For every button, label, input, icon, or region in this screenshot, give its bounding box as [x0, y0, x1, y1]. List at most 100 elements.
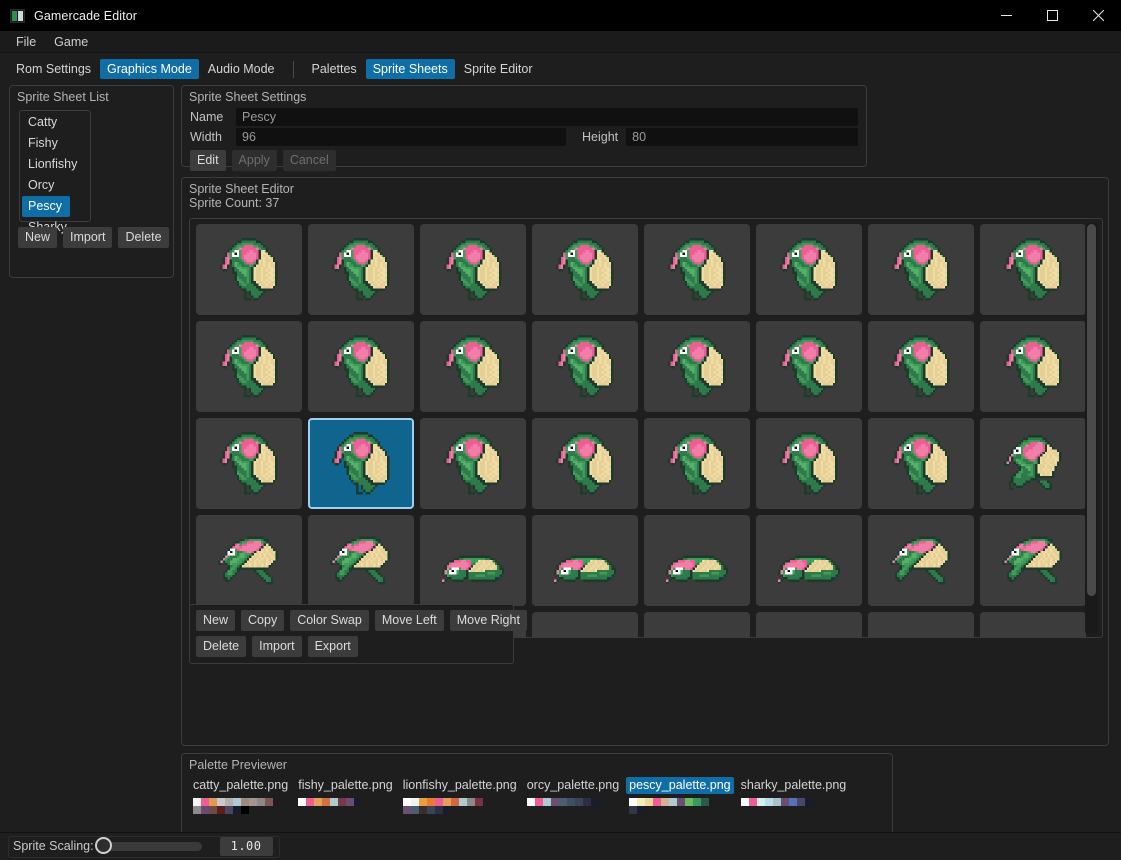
palette-swatch[interactable] — [590, 798, 599, 806]
sprite-cell[interactable] — [980, 418, 1086, 509]
palette-swatch[interactable] — [265, 798, 273, 806]
palette-swatch[interactable] — [677, 798, 686, 806]
palette-swatch[interactable] — [193, 798, 201, 806]
sprite-cell[interactable] — [420, 224, 526, 315]
sprite-cell[interactable] — [196, 224, 302, 315]
palette-swatch[interactable] — [426, 798, 435, 806]
sprite-cell[interactable] — [308, 224, 414, 315]
palette-swatch[interactable] — [788, 798, 797, 806]
palette-swatch[interactable] — [241, 806, 249, 814]
palette-swatch[interactable] — [756, 798, 765, 806]
palette-swatch[interactable] — [764, 798, 773, 806]
palette-swatch[interactable] — [645, 798, 654, 806]
palette-swatch[interactable] — [354, 798, 363, 806]
palette-swatch[interactable] — [534, 798, 543, 806]
palette-swatch[interactable] — [780, 798, 789, 806]
sprite-cell[interactable] — [644, 321, 750, 412]
palette-swatch[interactable] — [338, 798, 347, 806]
palette-swatch[interactable] — [442, 798, 451, 806]
palette-swatch[interactable] — [225, 798, 233, 806]
sprite-import-button[interactable]: Import — [252, 636, 302, 657]
sprite-new-button[interactable]: New — [196, 610, 236, 631]
palette-name[interactable]: sharky_palette.png — [738, 777, 850, 794]
palette-swatch[interactable] — [201, 806, 209, 814]
sprite-export-button[interactable]: Export — [307, 636, 358, 657]
sprite-cell[interactable] — [420, 321, 526, 412]
palette-swatch[interactable] — [434, 798, 443, 806]
sprite-cell[interactable] — [532, 515, 638, 606]
sprite-cell-selected[interactable] — [308, 418, 414, 509]
sheet-list-item[interactable]: Fishy — [22, 133, 88, 154]
sprite-move-left-button[interactable]: Move Left — [374, 610, 444, 631]
palette-swatch[interactable] — [402, 806, 411, 814]
palette-swatch[interactable] — [233, 806, 241, 814]
palette-name[interactable]: lionfishy_palette.png — [400, 777, 520, 794]
palette-swatch[interactable] — [410, 798, 419, 806]
sprite-cell[interactable] — [196, 418, 302, 509]
palette-swatch[interactable] — [474, 798, 483, 806]
palette-swatch[interactable] — [772, 798, 781, 806]
sprite-cell[interactable] — [868, 321, 974, 412]
palette-name[interactable]: orcy_palette.png — [524, 777, 622, 794]
name-input[interactable]: Pescy — [236, 108, 858, 126]
height-input[interactable]: 80 — [626, 128, 858, 146]
palette-swatch[interactable] — [201, 798, 209, 806]
palette-swatch[interactable] — [330, 798, 339, 806]
tab-rom-settings[interactable]: Rom Settings — [9, 59, 98, 79]
tab-palettes[interactable]: Palettes — [305, 59, 364, 79]
sprite-cell[interactable] — [868, 224, 974, 315]
palette-swatch[interactable] — [637, 806, 646, 814]
sprite-cell[interactable] — [756, 418, 862, 509]
maximize-icon[interactable] — [1029, 0, 1075, 31]
palette-swatch[interactable] — [322, 798, 331, 806]
palette-swatch[interactable] — [241, 798, 249, 806]
tab-sprite-editor[interactable]: Sprite Editor — [457, 59, 540, 79]
tab-graphics-mode[interactable]: Graphics Mode — [100, 59, 199, 79]
palette-swatch[interactable] — [233, 798, 241, 806]
palette-swatch[interactable] — [574, 798, 583, 806]
sheet-list-item[interactable]: Catty — [22, 112, 88, 133]
sprite-scaling-slider[interactable] — [94, 836, 202, 854]
settings-edit-button[interactable]: Edit — [190, 150, 226, 171]
sprite-cell[interactable] — [868, 418, 974, 509]
palette-swatch[interactable] — [542, 798, 551, 806]
sprite-cell[interactable] — [420, 418, 526, 509]
tab-audio-mode[interactable]: Audio Mode — [201, 59, 282, 79]
palette-swatch[interactable] — [298, 798, 307, 806]
sprite-scaling-value[interactable]: 1.00 — [219, 836, 273, 856]
sprite-cell[interactable] — [196, 321, 302, 412]
palette-swatch[interactable] — [426, 806, 435, 814]
sprite-cell[interactable] — [756, 321, 862, 412]
palette-swatch[interactable] — [740, 798, 749, 806]
sprite-cell[interactable] — [420, 515, 526, 606]
palette-swatch[interactable] — [582, 798, 591, 806]
sprite-cell[interactable] — [196, 515, 302, 606]
sprite-cell[interactable] — [532, 418, 638, 509]
palette-swatch[interactable] — [550, 798, 559, 806]
palette-swatch[interactable] — [314, 798, 323, 806]
palette-swatch[interactable] — [796, 798, 805, 806]
sprite-cell[interactable] — [308, 515, 414, 606]
palette-swatch[interactable] — [566, 798, 575, 806]
palette-swatch[interactable] — [466, 798, 475, 806]
width-input[interactable]: 96 — [236, 128, 566, 146]
palette-name[interactable]: fishy_palette.png — [295, 777, 396, 794]
sprite-delete-button[interactable]: Delete — [196, 636, 247, 657]
sprite-copy-button[interactable]: Copy — [241, 610, 285, 631]
palette-swatch[interactable] — [209, 798, 217, 806]
palette-swatch[interactable] — [410, 806, 419, 814]
palette-swatch[interactable] — [257, 798, 265, 806]
sprite-cell[interactable] — [532, 612, 638, 637]
scrollbar-thumb[interactable] — [1087, 224, 1096, 596]
menu-item-game[interactable]: Game — [46, 33, 96, 51]
sprite-cell[interactable] — [644, 418, 750, 509]
palette-swatch[interactable] — [346, 798, 355, 806]
sprite-cell[interactable] — [308, 321, 414, 412]
palette-swatch[interactable] — [629, 798, 638, 806]
palette-name[interactable]: pescy_palette.png — [626, 777, 734, 794]
palette-swatch[interactable] — [225, 806, 233, 814]
sprite-cell[interactable] — [644, 224, 750, 315]
palette-swatch[interactable] — [661, 798, 670, 806]
sprite-cell[interactable] — [756, 224, 862, 315]
sprite-cell[interactable] — [980, 515, 1086, 606]
